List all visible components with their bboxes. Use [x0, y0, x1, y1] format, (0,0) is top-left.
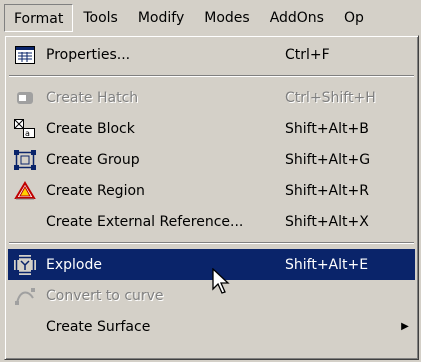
menuitem-label: Create Group	[46, 151, 140, 168]
menuitem-label: Create Block	[46, 120, 135, 137]
menu-modes[interactable]: Modes	[194, 4, 259, 32]
menuitem-shortcut: Shift+Alt+B	[285, 120, 369, 137]
menu-format[interactable]: Format	[4, 4, 74, 32]
menuitem-shortcut: Shift+Alt+X	[285, 213, 369, 230]
menuitem-label: Create Region	[46, 182, 145, 199]
region-icon	[12, 180, 38, 202]
menuitem-label: Create Hatch	[46, 89, 139, 106]
menuitem-label: Create Surface	[46, 318, 151, 335]
block-icon: a	[12, 118, 38, 140]
hatch-icon	[12, 87, 38, 109]
menuitem-shortcut: Shift+Alt+R	[285, 182, 369, 199]
menu-op[interactable]: Op	[334, 4, 374, 32]
menuitem-shortcut: Shift+Alt+E	[285, 256, 369, 273]
menuitem-shortcut: Ctrl+Shift+H	[285, 89, 376, 106]
menuitem-create-external-reference[interactable]: Create External Reference... Shift+Alt+X	[8, 206, 415, 237]
menu-modify[interactable]: Modify	[128, 4, 194, 32]
empty-icon-slot	[12, 211, 38, 233]
menu-separator	[8, 237, 415, 249]
menuitem-shortcut: Ctrl+F	[285, 46, 330, 63]
menuitem-label: Create External Reference...	[46, 213, 244, 230]
menuitem-create-surface[interactable]: Create Surface ▶	[8, 311, 415, 342]
menuitem-label: Explode	[46, 256, 102, 273]
explode-icon	[12, 254, 38, 276]
mouse-cursor-icon	[212, 268, 230, 294]
properties-icon	[12, 44, 38, 66]
empty-icon-slot	[12, 316, 38, 338]
format-dropdown-menu: Properties... Ctrl+F Create Hatch Ctrl+S…	[4, 35, 419, 360]
menuitem-create-group[interactable]: Create Group Shift+Alt+G	[8, 144, 415, 175]
menuitem-create-region[interactable]: Create Region Shift+Alt+R	[8, 175, 415, 206]
svg-text:a: a	[25, 129, 30, 138]
curve-icon	[12, 285, 38, 307]
menuitem-properties[interactable]: Properties... Ctrl+F	[8, 39, 415, 70]
menuitem-create-block[interactable]: a Create Block Shift+Alt+B	[8, 113, 415, 144]
menu-tools[interactable]: Tools	[73, 4, 128, 32]
submenu-arrow-icon: ▶	[401, 321, 409, 332]
menuitem-label: Convert to curve	[46, 287, 164, 304]
group-icon	[12, 149, 38, 171]
menuitem-label: Properties...	[46, 46, 131, 63]
menuitem-shortcut: Shift+Alt+G	[285, 151, 371, 168]
menubar: Format Tools Modify Modes AddOns Op	[0, 0, 421, 36]
menuitem-create-hatch[interactable]: Create Hatch Ctrl+Shift+H	[8, 82, 415, 113]
menu-addons[interactable]: AddOns	[260, 4, 334, 32]
menu-separator	[8, 70, 415, 82]
